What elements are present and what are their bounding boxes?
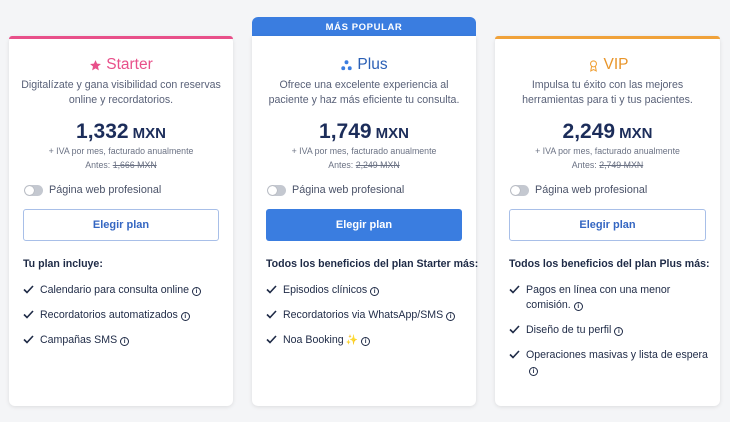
info-icon[interactable]: i bbox=[614, 327, 624, 336]
feature-item: Noa Booking ✨ i bbox=[266, 333, 466, 348]
feature-item: Recordatorios automatizados i bbox=[23, 308, 223, 323]
check-icon bbox=[23, 285, 34, 294]
plan-title: Starter bbox=[9, 56, 233, 74]
check-icon bbox=[509, 325, 520, 334]
toggle-label: Página web profesional bbox=[49, 184, 162, 196]
old-price: 2,249 MXN bbox=[355, 160, 400, 170]
choose-plan-button[interactable]: Elegir plan bbox=[23, 209, 219, 241]
feature-label: Noa Booking bbox=[283, 334, 344, 346]
website-toggle-row: Página web profesional bbox=[510, 184, 647, 196]
feature-item: Diseño de tu perfil i bbox=[509, 323, 710, 338]
info-icon[interactable]: i bbox=[529, 367, 538, 376]
info-icon[interactable]: i bbox=[370, 287, 380, 296]
plan-card-plus: Plus Ofrece una excelente experiencia al… bbox=[252, 36, 479, 406]
plan-price: 2,249 MXN bbox=[495, 120, 720, 144]
toggle-label: Página web profesional bbox=[292, 184, 405, 196]
before-price: Antes: 1,666 MXN bbox=[9, 160, 233, 170]
plan-description: Digitalízate y gana visibilidad con rese… bbox=[21, 79, 221, 106]
billing-note: + IVA por mes, facturado anualmente bbox=[291, 146, 437, 156]
toggle-knob bbox=[268, 185, 277, 195]
feature-item: Calendario para consulta online i bbox=[23, 283, 223, 298]
feature-label: Recordatorios via WhatsApp/SMS bbox=[283, 309, 444, 321]
features-list: Pagos en línea con una menor comisión. i … bbox=[509, 283, 710, 388]
plan-price: 1,332 MXN bbox=[9, 120, 233, 144]
plan-name: Plus bbox=[357, 56, 388, 73]
choose-plan-button[interactable]: Elegir plan bbox=[509, 209, 706, 241]
feature-label: Diseño de tu perfil bbox=[526, 324, 612, 336]
website-toggle[interactable] bbox=[267, 184, 286, 196]
billing-note: + IVA por mes, facturado anualmente bbox=[48, 146, 194, 156]
most-popular-badge: MÁS POPULAR bbox=[252, 17, 476, 37]
features-list: Calendario para consulta online i Recorda… bbox=[23, 283, 223, 358]
star-icon bbox=[90, 59, 102, 70]
price-currency: MXN bbox=[619, 125, 653, 142]
info-icon[interactable]: i bbox=[120, 337, 130, 346]
plan-name: Starter bbox=[106, 56, 153, 73]
price-amount: 2,249 bbox=[562, 120, 616, 143]
price-currency: MXN bbox=[375, 125, 409, 142]
info-icon[interactable]: i bbox=[192, 287, 202, 296]
info-icon[interactable]: i bbox=[573, 302, 583, 311]
website-toggle[interactable] bbox=[510, 184, 529, 196]
before-price: Antes: 2,249 MXN bbox=[252, 160, 476, 170]
features-heading: Tu plan incluye: bbox=[23, 258, 103, 270]
check-icon bbox=[23, 335, 34, 344]
check-icon bbox=[266, 335, 277, 344]
plan-card-vip: VIP Impulsa tu éxito con las mejores her… bbox=[495, 36, 720, 406]
check-icon bbox=[509, 350, 520, 359]
features-list: Episodios clínicos i Recordatorios via Wh… bbox=[266, 283, 466, 358]
check-icon bbox=[266, 285, 277, 294]
check-icon bbox=[509, 285, 520, 294]
price-amount: 1,332 bbox=[76, 120, 129, 143]
plan-price: 1,749 MXN bbox=[252, 120, 476, 144]
plan-description: Ofrece una excelente experiencia al paci… bbox=[268, 79, 460, 106]
info-icon[interactable]: i bbox=[446, 312, 456, 321]
check-icon bbox=[266, 310, 277, 319]
sparkle-icon: ✨ bbox=[345, 335, 359, 346]
price-currency: MXN bbox=[132, 125, 166, 142]
website-toggle[interactable] bbox=[24, 184, 43, 196]
before-label: Antes: bbox=[571, 160, 597, 170]
accent-bar bbox=[9, 36, 233, 39]
website-toggle-row: Página web profesional bbox=[267, 184, 404, 196]
feature-item: Campañas SMS i bbox=[23, 333, 223, 348]
before-price: Antes: 2,749 MXN bbox=[495, 160, 720, 170]
feature-label: Calendario para consulta online bbox=[40, 284, 190, 296]
choose-plan-button[interactable]: Elegir plan bbox=[266, 209, 462, 241]
feature-label: Episodios clínicos bbox=[283, 284, 368, 296]
feature-label: Operaciones masivas y lista de espera bbox=[526, 349, 708, 361]
info-icon[interactable]: i bbox=[180, 312, 190, 321]
plan-description: Impulsa tu éxito con las mejores herrami… bbox=[522, 79, 693, 106]
feature-item: Recordatorios via WhatsApp/SMS i bbox=[266, 308, 466, 323]
plan-name: VIP bbox=[603, 56, 629, 73]
feature-item: Pagos en línea con una menor comisión. i bbox=[509, 283, 710, 313]
plan-title: VIP bbox=[495, 56, 720, 74]
toggle-knob bbox=[25, 185, 34, 195]
award-icon bbox=[589, 59, 597, 72]
before-label: Antes: bbox=[328, 160, 354, 170]
plan-title: Plus bbox=[252, 56, 476, 74]
feature-item: Operaciones masivas y lista de espera i bbox=[509, 348, 710, 378]
accent-bar bbox=[495, 36, 720, 39]
feature-label: Recordatorios automatizados bbox=[40, 309, 178, 321]
website-toggle-row: Página web profesional bbox=[24, 184, 161, 196]
plan-card-starter: Starter Digitalízate y gana visibilidad … bbox=[9, 36, 233, 406]
molecule-icon bbox=[341, 59, 353, 70]
info-icon[interactable]: i bbox=[361, 337, 371, 346]
features-heading: Todos los beneficios del plan Plus más: bbox=[509, 258, 710, 270]
price-amount: 1,749 bbox=[319, 120, 372, 143]
check-icon bbox=[23, 310, 34, 319]
toggle-knob bbox=[511, 185, 520, 195]
before-label: Antes: bbox=[85, 160, 111, 170]
old-price: 2,749 MXN bbox=[599, 160, 644, 170]
feature-item: Episodios clínicos i bbox=[266, 283, 466, 298]
billing-note: + IVA por mes, facturado anualmente bbox=[535, 146, 680, 156]
features-heading: Todos los beneficios del plan Starter má… bbox=[266, 258, 479, 270]
feature-label: Campañas SMS bbox=[40, 334, 118, 346]
toggle-label: Página web profesional bbox=[535, 184, 648, 196]
old-price: 1,666 MXN bbox=[112, 160, 157, 170]
feature-label: Pagos en línea con una menor comisión. bbox=[526, 284, 671, 311]
